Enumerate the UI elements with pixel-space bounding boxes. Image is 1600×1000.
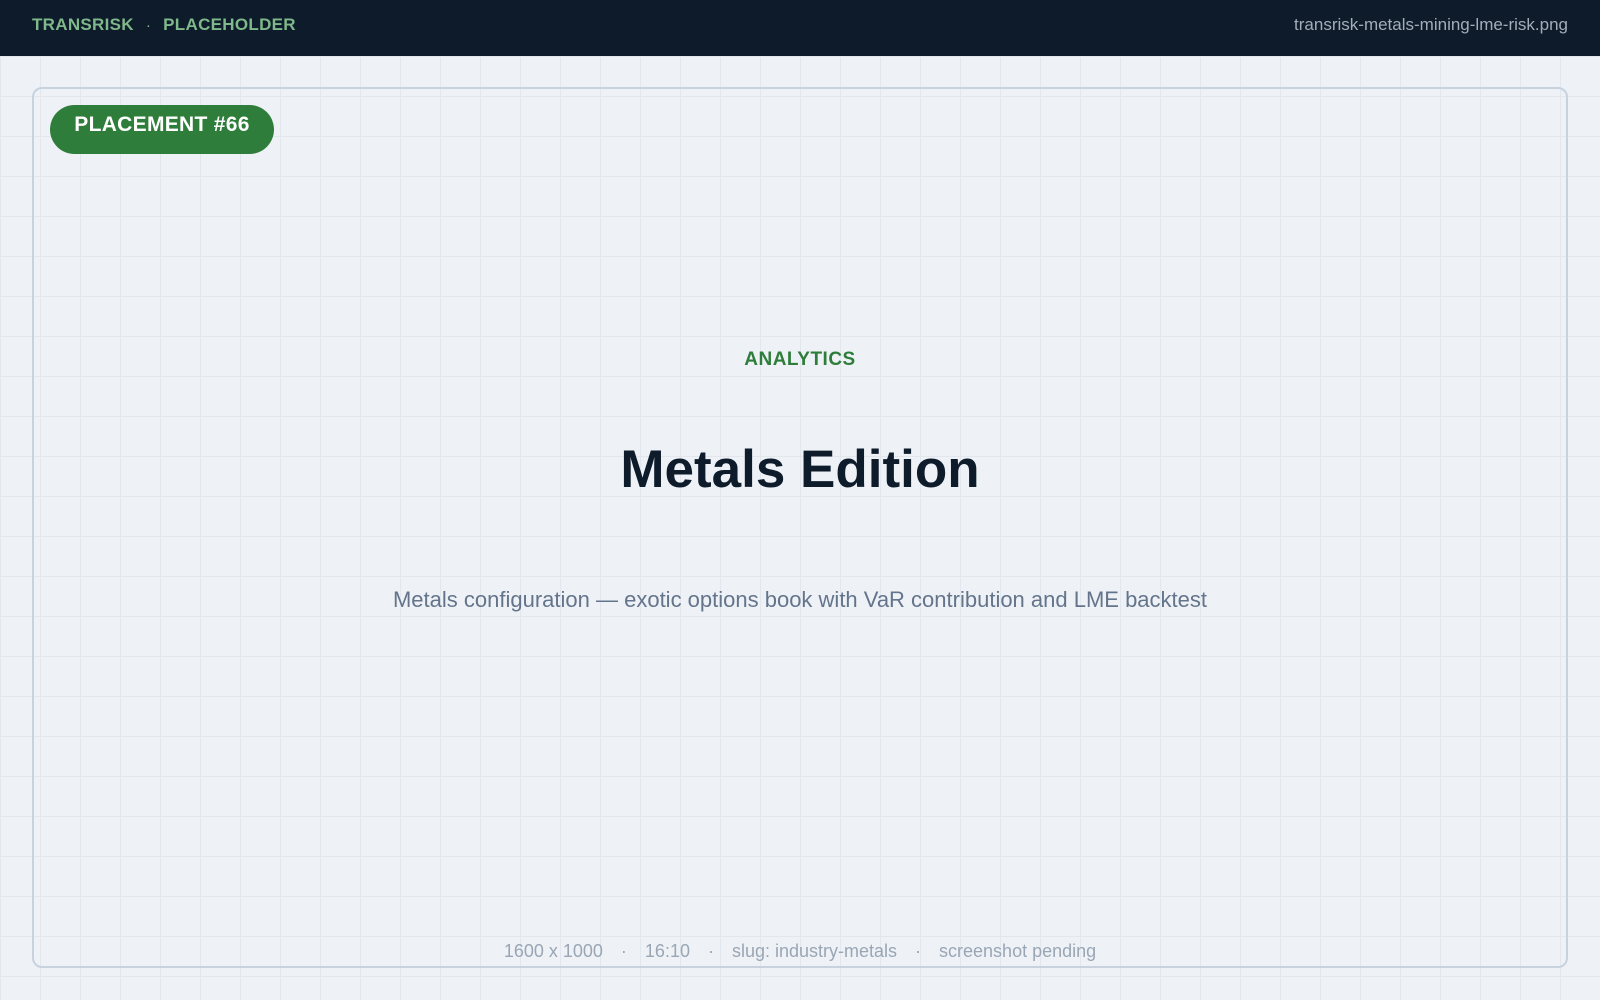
meta-slug: slug: industry-metals <box>731 941 898 961</box>
page-subtitle: Metals configuration — exotic options bo… <box>392 587 1208 612</box>
meta-status: screenshot pending <box>939 941 1097 961</box>
meta-dimensions: 1600 x 1000 <box>503 941 603 961</box>
brand-lockup: TRANSRISK · PLACEHOLDER <box>32 15 296 35</box>
placeholder-frame <box>32 87 1568 968</box>
top-bar: TRANSRISK · PLACEHOLDER transrisk-metals… <box>0 0 1600 56</box>
page-title: Metals Edition <box>620 440 980 499</box>
meta-separator: · <box>620 941 627 961</box>
meta-separator: · <box>707 941 714 961</box>
section-label: PLACEHOLDER <box>163 15 296 34</box>
meta-separator: · <box>915 941 922 961</box>
brand-separator: · <box>145 16 152 34</box>
meta-aspect: 16:10 <box>644 941 690 961</box>
eyebrow-label: ANALYTICS <box>744 349 856 370</box>
brand-name: TRANSRISK <box>32 15 134 34</box>
placement-badge: PLACEMENT #66 <box>50 105 274 154</box>
file-name: transrisk-metals-mining-lme-risk.png <box>1294 15 1568 34</box>
footer-meta: 1600 x 1000 · 16:10 · slug: industry-met… <box>0 941 1600 962</box>
